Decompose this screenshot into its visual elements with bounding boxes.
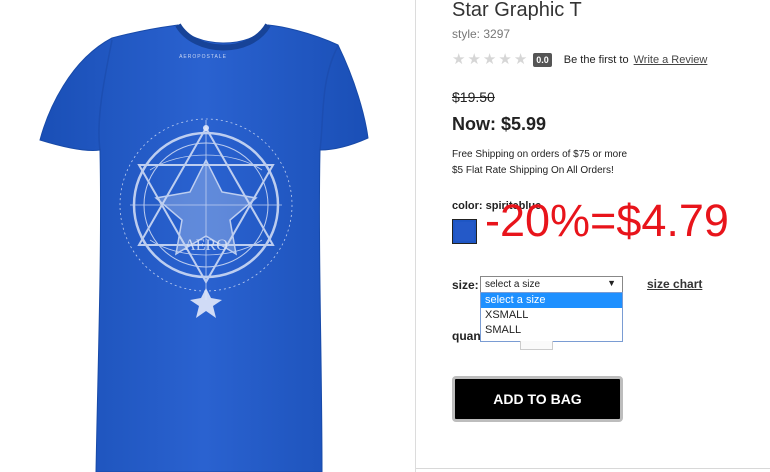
shirt-tag-text: AEROPOSTALE [179,54,227,60]
column-divider [415,0,416,472]
size-option[interactable]: XSMALL [481,308,622,323]
size-dropdown-list[interactable]: select a size XSMALL SMALL [480,292,623,342]
rating-stars: ★ ★ ★ ★ ★ [452,52,527,68]
size-option[interactable]: SMALL [481,323,622,338]
bottom-divider [416,468,770,469]
product-image[interactable]: AEROPOSTALE AERO [0,0,416,472]
sale-price: Now: $5.99 [452,114,547,134]
dropdown-arrow-icon: ▼ [607,278,616,288]
quantity-label: quantity: [452,329,480,343]
size-option[interactable]: select a size [481,293,622,308]
shipping-info-2: $5 Flat Rate Shipping On All Orders! [452,165,614,176]
star-icon: ★ [498,51,512,68]
star-icon: ★ [467,51,481,68]
size-select-value: select a size [485,279,541,290]
shirt-graphic-text: AERO [184,237,228,254]
write-review-link[interactable]: Write a Review [634,54,708,66]
size-label: size: [452,278,479,292]
quantity-input[interactable] [520,341,553,350]
rating-row: ★ ★ ★ ★ ★ 0.0 Be the first to Write a Re… [452,52,707,68]
discount-annotation: -20%=$4.79 [485,195,729,246]
size-chart-link[interactable]: size chart [647,277,702,291]
star-icon: ★ [452,51,466,68]
color-swatch[interactable] [452,219,477,244]
t-shirt-graphic: AEROPOSTALE AERO [39,23,369,472]
star-icon: ★ [482,51,497,68]
first-review-text: Be the first to [563,54,629,66]
rating-badge: 0.0 [533,53,552,67]
product-style-number: style: 3297 [452,27,511,41]
star-icon: ★ [513,51,528,68]
original-price: $19.50 [452,89,495,105]
product-title: Star Graphic T [452,0,582,21]
size-select[interactable]: select a size ▼ [480,276,623,293]
add-to-bag-button[interactable]: ADD TO BAG [452,376,623,422]
shipping-info-1: Free Shipping on orders of $75 or more [452,149,628,160]
